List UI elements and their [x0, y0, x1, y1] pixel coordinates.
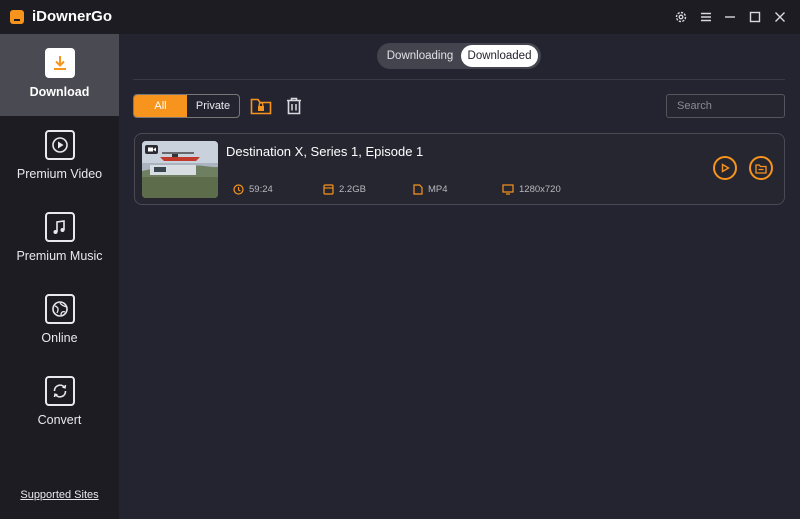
- divider: [133, 79, 785, 80]
- trash-icon[interactable]: [282, 94, 306, 118]
- sidebar-item-label: Online: [41, 331, 78, 345]
- open-folder-button[interactable]: [749, 156, 773, 180]
- tab-switch: Downloading Downloaded: [377, 43, 541, 69]
- video-title: Destination X, Series 1, Episode 1: [226, 144, 424, 159]
- monitor-icon: [502, 184, 514, 195]
- tab-downloaded[interactable]: Downloaded: [461, 45, 538, 67]
- download-item-card[interactable]: Destination X, Series 1, Episode 1 59:24…: [134, 133, 785, 205]
- maximize-icon[interactable]: [746, 8, 764, 26]
- minimize-icon[interactable]: [721, 8, 739, 26]
- main-panel: Downloading Downloaded All Private Searc…: [119, 34, 800, 519]
- duration-meta: 59:24: [233, 184, 273, 195]
- sidebar-item-label: Convert: [37, 413, 82, 427]
- file-size-icon: [323, 184, 334, 195]
- sidebar-item-label: Download: [29, 85, 90, 99]
- sidebar: Download Premium Video Premium Music Onl…: [0, 34, 119, 519]
- convert-icon: [44, 376, 75, 406]
- play-video-button[interactable]: [713, 156, 737, 180]
- resolution-meta: 1280x720: [502, 184, 561, 195]
- menu-icon[interactable]: [697, 8, 715, 26]
- sidebar-item-online[interactable]: Online: [0, 280, 119, 362]
- settings-gear-icon[interactable]: [672, 8, 690, 26]
- sidebar-item-download[interactable]: Download: [0, 34, 119, 116]
- sidebar-item-label: Premium Video: [16, 167, 103, 181]
- duration-value: 59:24: [249, 184, 273, 195]
- tab-downloading[interactable]: Downloading: [381, 45, 459, 67]
- title-bar: iDownerGo: [0, 0, 800, 34]
- play-icon: [721, 163, 730, 173]
- filter-all-button[interactable]: All: [134, 95, 187, 117]
- music-icon: [44, 212, 75, 242]
- app-title: iDownerGo: [32, 8, 113, 25]
- private-folder-lock-icon[interactable]: [249, 94, 273, 118]
- folder-icon: [755, 163, 767, 174]
- download-icon: [44, 48, 75, 78]
- filter-toggle: All Private: [133, 94, 240, 118]
- format-value: MP4: [428, 184, 448, 195]
- supported-sites-link[interactable]: Supported Sites: [0, 489, 119, 501]
- clock-icon: [233, 184, 244, 195]
- size-meta: 2.2GB: [323, 184, 366, 195]
- globe-icon: [44, 294, 75, 324]
- sidebar-item-premium-video[interactable]: Premium Video: [0, 116, 119, 198]
- app-logo-icon: [10, 10, 24, 24]
- sidebar-item-convert[interactable]: Convert: [0, 362, 119, 444]
- filter-private-button[interactable]: Private: [187, 95, 239, 117]
- file-format-icon: [413, 184, 423, 195]
- sidebar-item-label: Premium Music: [16, 249, 103, 263]
- close-icon[interactable]: [771, 8, 789, 26]
- video-thumbnail: [142, 141, 218, 198]
- play-icon: [44, 130, 75, 160]
- size-value: 2.2GB: [339, 184, 366, 195]
- format-meta: MP4: [413, 184, 448, 195]
- search-input[interactable]: [666, 94, 785, 118]
- resolution-value: 1280x720: [519, 184, 561, 195]
- sidebar-item-premium-music[interactable]: Premium Music: [0, 198, 119, 280]
